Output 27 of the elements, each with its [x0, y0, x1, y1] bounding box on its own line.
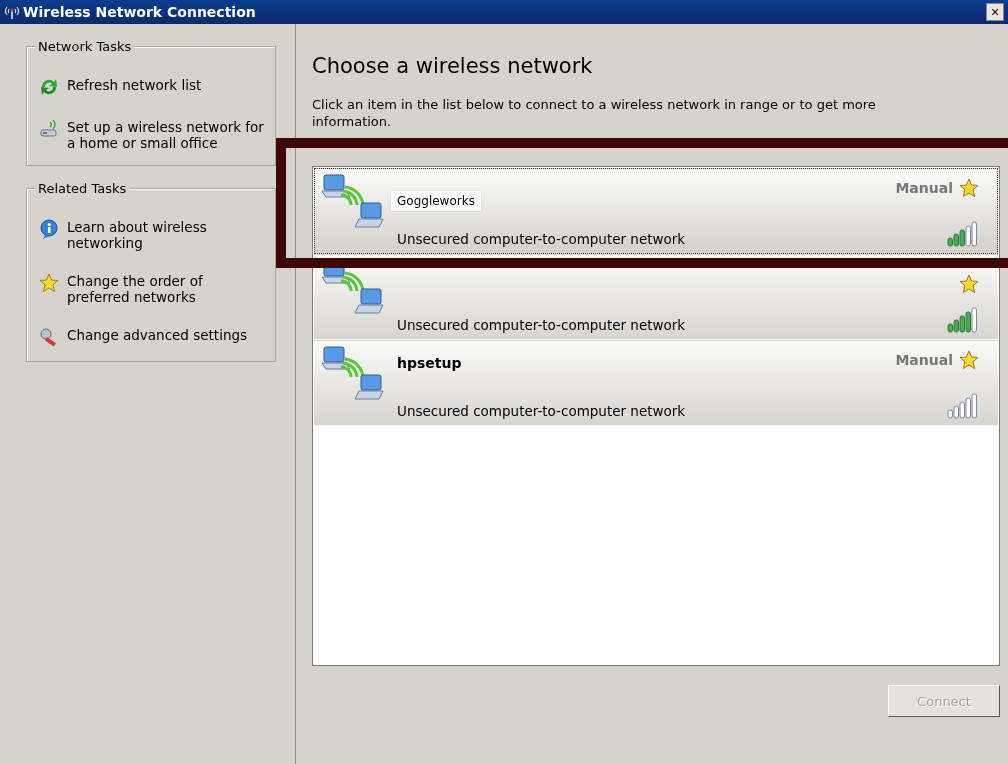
group-title: Network Tasks [35, 39, 135, 54]
computers-icon [319, 345, 385, 403]
mode-label: Manual [895, 180, 953, 196]
security-text: Unsecured computer-to-computer network [397, 403, 687, 419]
security-text: Unsecured computer-to-computer network [397, 231, 687, 247]
heading: Choose a wireless network [312, 54, 594, 78]
network-name: hpsetup [397, 355, 463, 371]
security-text: Unsecured computer-to-computer network [397, 317, 687, 333]
name-tooltip: Goggleworks [391, 191, 481, 211]
task-link[interactable]: Set up a wireless network for a home or small office [67, 119, 265, 151]
router-icon [39, 119, 59, 139]
refresh-icon [39, 77, 59, 97]
task-link[interactable]: Refresh network list [67, 77, 202, 93]
antenna-icon [4, 4, 20, 20]
network-row[interactable]: Goggleworks Unsecured computer-to-computer network Manual [314, 168, 998, 254]
task-link[interactable]: Learn about wireless networking [67, 219, 265, 251]
window-title: Wireless Network Connection [23, 4, 257, 20]
task-link[interactable]: Change the order of preferred networks [67, 273, 265, 305]
close-button[interactable]: × [986, 3, 1004, 21]
info-icon [39, 219, 59, 239]
computers-icon [319, 173, 385, 231]
network-row[interactable]: hpsetup Unsecured computer-to-computer network Manual [314, 340, 998, 426]
mode-label: Manual [895, 352, 953, 368]
task-link[interactable]: Change advanced settings [67, 327, 248, 343]
instruction-text: Click an item in the list below to connect to a wireless network in range or to get more information. [312, 96, 877, 130]
star-icon [39, 273, 59, 293]
group-title: Related Tasks [35, 181, 130, 196]
